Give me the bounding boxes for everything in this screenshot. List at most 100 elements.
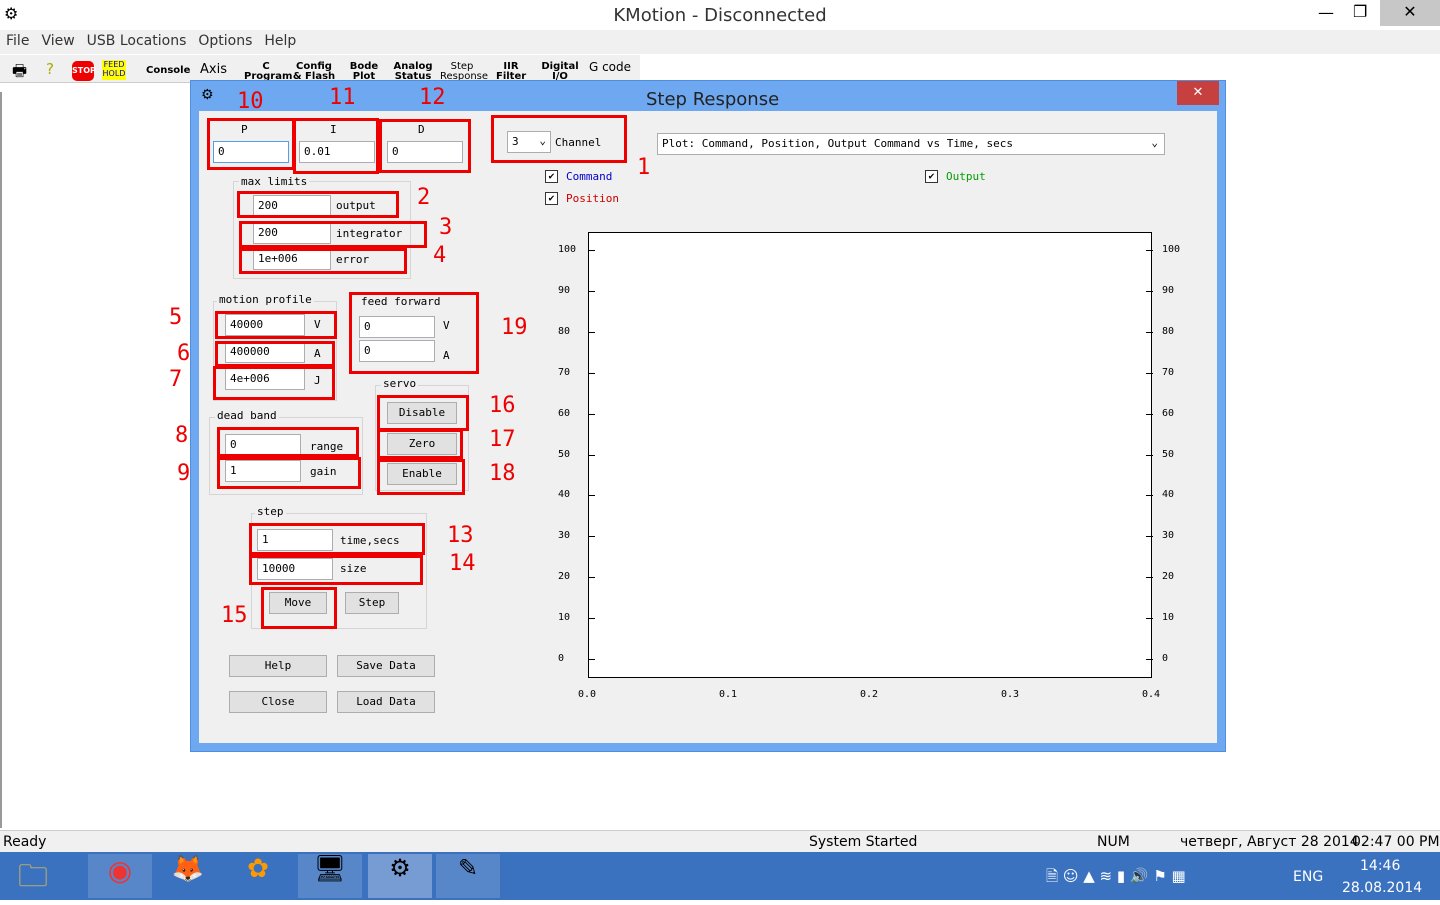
step-size-input[interactable]: 10000 xyxy=(257,558,333,580)
toolbar-config-flash[interactable]: Config & Flash xyxy=(292,62,336,82)
velocity-input[interactable]: 40000 xyxy=(225,314,305,336)
toolbar-axis[interactable]: Axis xyxy=(200,63,227,76)
toolbar-console[interactable]: Console xyxy=(146,66,190,76)
menu-file[interactable]: File xyxy=(0,30,35,52)
position-checkbox[interactable]: ✔ xyxy=(545,192,558,205)
toolbar-gcode[interactable]: G code xyxy=(588,61,632,73)
y-tick-label-left: 50 xyxy=(558,448,571,460)
menu-help[interactable]: Help xyxy=(258,30,302,52)
stop-button[interactable]: STOP xyxy=(72,61,96,81)
y-tick-label-right: 0 xyxy=(1162,653,1169,664)
save-data-button[interactable]: Save Data xyxy=(337,655,435,677)
max-limits-title: max limits xyxy=(239,175,310,188)
taskbar-clock[interactable]: 14:46 xyxy=(1360,858,1400,874)
minimize-button[interactable]: — xyxy=(1318,3,1334,22)
feedhold-button[interactable]: FEED HOLD xyxy=(102,60,126,80)
y-tick-label-left: 80 xyxy=(558,325,571,337)
ff-acceleration-input[interactable]: 0 xyxy=(359,340,435,362)
y-tick-label-right: 20 xyxy=(1162,571,1175,583)
max-output-input[interactable]: 200 xyxy=(253,195,331,217)
acceleration-input[interactable]: 400000 xyxy=(225,341,305,363)
y-tick-label-left: 100 xyxy=(558,244,577,255)
y-tick-mark xyxy=(588,454,595,456)
chrome-icon[interactable]: ◉ xyxy=(88,854,152,898)
output-label: Output xyxy=(946,170,986,183)
annotation-17: 17 xyxy=(489,427,516,452)
step-time-input[interactable]: 1 xyxy=(257,529,333,551)
help-icon[interactable]: ? xyxy=(46,60,54,78)
dialog-close-button[interactable]: ✕ xyxy=(1177,81,1219,105)
annotation-18: 18 xyxy=(489,461,516,486)
y-tick-mark xyxy=(588,413,595,415)
max-error-input[interactable]: 1e+006 xyxy=(253,248,331,270)
max-output-label: output xyxy=(336,199,376,212)
y-tick-mark xyxy=(1146,659,1153,660)
annotation-2: 2 xyxy=(417,185,431,210)
ff-velocity-input[interactable]: 0 xyxy=(359,316,435,338)
status-ready: Ready xyxy=(3,834,47,850)
title-bar: ⚙ KMotion - Disconnected — ❐ ✕ xyxy=(0,0,1440,30)
status-bar: Ready System Started NUM четверг, Август… xyxy=(0,830,1440,852)
channel-label: Channel xyxy=(555,136,602,149)
tray-icons[interactable]: 🗎 ☺ ▲ ≋ ▮ 🔊 ⚑ ▦ xyxy=(1046,866,1186,891)
y-tick-mark xyxy=(588,495,595,497)
annotation-9: 9 xyxy=(177,461,191,486)
y-tick-mark xyxy=(588,659,595,660)
p-input[interactable]: 0 xyxy=(213,141,289,163)
kmotion-cnc-icon[interactable]: ✎ xyxy=(436,854,500,898)
annotation-6: 6 xyxy=(177,341,191,366)
help-button[interactable]: Help xyxy=(229,655,327,677)
y-tick-mark xyxy=(1146,495,1153,497)
toolbar-analog-status[interactable]: Analog Status xyxy=(392,62,434,82)
y-tick-label-right: 40 xyxy=(1162,489,1175,501)
channel-select[interactable]: 3 ⌄ xyxy=(507,131,551,153)
language-indicator[interactable]: ENG xyxy=(1293,869,1323,885)
maximize-button[interactable]: ❐ xyxy=(1353,2,1367,21)
d-input[interactable]: 0 xyxy=(387,141,463,163)
annotation-16: 16 xyxy=(489,393,516,418)
toolbar-c-program[interactable]: C Program xyxy=(244,62,292,82)
move-button[interactable]: Move xyxy=(269,592,327,614)
y-tick-mark xyxy=(1146,577,1153,579)
menu-view[interactable]: View xyxy=(35,30,80,52)
file-explorer-icon[interactable]: 🗀 xyxy=(18,854,82,898)
print-icon[interactable]: 🖶 xyxy=(12,60,27,87)
x-tick-label: 0.3 xyxy=(1001,689,1020,700)
dead-band-gain-input[interactable]: 1 xyxy=(225,460,301,482)
step-button[interactable]: Step xyxy=(345,592,399,614)
dead-band-range-input[interactable]: 0 xyxy=(225,434,301,456)
toolbar-step-response[interactable]: Step Response xyxy=(440,62,488,82)
toolbar: 🖶 ? STOP FEED HOLD Console Axis C Progra… xyxy=(0,55,640,83)
load-data-button[interactable]: Load Data xyxy=(337,691,435,713)
close-button[interactable]: ✕ xyxy=(1380,0,1440,26)
taskbar-date[interactable]: 28.08.2014 xyxy=(1342,880,1422,896)
menu-options[interactable]: Options xyxy=(192,30,258,52)
y-tick-mark xyxy=(588,250,595,251)
toolbar-digital-io[interactable]: Digital I/O xyxy=(540,62,580,82)
y-tick-label-left: 90 xyxy=(558,284,571,296)
step-response-dialog: ⚙ Step Response ✕ P 0 I 0.01 D 0 3 ⌄ Chan… xyxy=(169,80,1226,752)
status-date: четверг, Август 28 2014 xyxy=(1180,834,1359,850)
toolbar-iir-filter[interactable]: IIR Filter xyxy=(496,62,526,82)
command-checkbox[interactable]: ✔ xyxy=(545,170,558,183)
i-input[interactable]: 0.01 xyxy=(299,141,375,163)
y-tick-label-left: 30 xyxy=(558,530,571,542)
annotation-12: 12 xyxy=(419,85,446,110)
remote-desktop-icon[interactable]: 🖥 xyxy=(298,854,362,898)
max-integrator-input[interactable]: 200 xyxy=(253,222,331,244)
disable-button[interactable]: Disable xyxy=(387,402,457,424)
kmotion-icon[interactable]: ⚙ xyxy=(368,854,432,898)
y-tick-label-right: 10 xyxy=(1162,612,1175,624)
output-checkbox[interactable]: ✔ xyxy=(925,170,938,183)
zero-button[interactable]: Zero xyxy=(387,433,457,455)
p-label: P xyxy=(241,123,248,136)
enable-button[interactable]: Enable xyxy=(387,463,457,485)
jerk-input[interactable]: 4e+006 xyxy=(225,368,305,390)
motion-profile-title: motion profile xyxy=(217,293,314,306)
menu-usb-locations[interactable]: USB Locations xyxy=(81,30,193,52)
plot-select[interactable]: Plot: Command, Position, Output Command … xyxy=(657,133,1165,155)
close-dialog-button[interactable]: Close xyxy=(229,691,327,713)
gimp-icon[interactable]: 🦊 xyxy=(156,854,220,898)
toolbar-bode-plot[interactable]: Bode Plot xyxy=(346,62,382,82)
app-icon-paw[interactable]: ✿ xyxy=(226,854,290,898)
